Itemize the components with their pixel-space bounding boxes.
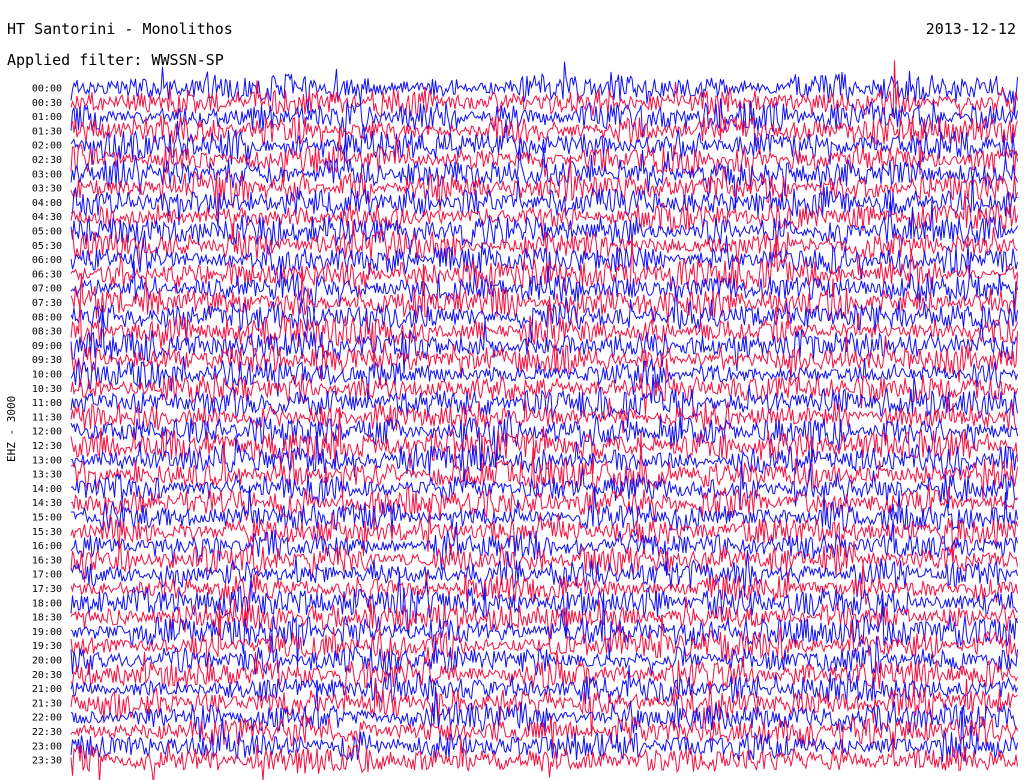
time-tick-label: 21:30 [32,698,62,709]
trace-row-0830 [70,296,1018,369]
time-tick-label: 10:00 [32,370,62,381]
time-tick-label: 01:00 [32,112,62,123]
time-tick-label: 04:00 [32,198,62,209]
time-tick-label: 03:30 [32,184,62,195]
time-tick-label: 07:00 [32,284,62,295]
time-tick-label: 02:00 [32,141,62,152]
seismogram-plot: 00:00 00:30 01:00 01:30 02:00 02:30 03:00 03:30… [32,60,1018,780]
time-tick-label: 23:30 [32,756,62,767]
time-tick-label: 14:30 [32,498,62,509]
time-tick-label: 13:00 [32,455,62,466]
time-tick-label: 17:30 [32,584,62,595]
time-tick-label: 23:00 [32,741,62,752]
time-tick-label: 00:30 [32,98,62,109]
time-tick-label: 04:30 [32,212,62,223]
time-tick-labels: 00:00 00:30 01:00 01:30 02:00 02:30 03:00 03:30… [32,84,62,767]
time-tick-label: 13:30 [32,470,62,481]
time-tick-label: 16:00 [32,541,62,552]
time-tick-label: 20:00 [32,656,62,667]
time-tick-label: 12:00 [32,427,62,438]
time-tick-label: 15:00 [32,513,62,524]
time-tick-label: 09:00 [32,341,62,352]
time-tick-label: 15:30 [32,527,62,538]
time-tick-label: 22:30 [32,727,62,738]
time-tick-label: 18:30 [32,613,62,624]
time-tick-label: 21:00 [32,684,62,695]
time-tick-label: 11:30 [32,412,62,423]
trace-row-1600 [70,519,1018,576]
time-tick-label: 12:30 [32,441,62,452]
time-tick-label: 14:00 [32,484,62,495]
time-tick-label: 07:30 [32,298,62,309]
time-tick-label: 05:00 [32,227,62,238]
trace-row-0000 [70,61,1018,115]
time-tick-label: 09:30 [32,355,62,366]
time-tick-label: 08:00 [32,312,62,323]
time-tick-label: 19:30 [32,641,62,652]
time-tick-label: 16:30 [32,555,62,566]
time-tick-label: 08:30 [32,327,62,338]
time-tick-label: 02:30 [32,155,62,166]
time-tick-label: 10:30 [32,384,62,395]
time-tick-label: 18:00 [32,598,62,609]
time-tick-label: 19:00 [32,627,62,638]
trace-row-0700 [70,260,1018,315]
time-tick-label: 22:00 [32,713,62,724]
time-tick-label: 11:00 [32,398,62,409]
time-tick-label: 17:00 [32,570,62,581]
time-tick-label: 05:30 [32,241,62,252]
time-tick-label: 20:30 [32,670,62,681]
time-tick-label: 06:00 [32,255,62,266]
trace-group [70,60,1018,780]
time-tick-label: 03:00 [32,169,62,180]
time-tick-label: 06:30 [32,269,62,280]
time-tick-label: 01:30 [32,126,62,137]
time-tick-label: 00:00 [32,84,62,95]
